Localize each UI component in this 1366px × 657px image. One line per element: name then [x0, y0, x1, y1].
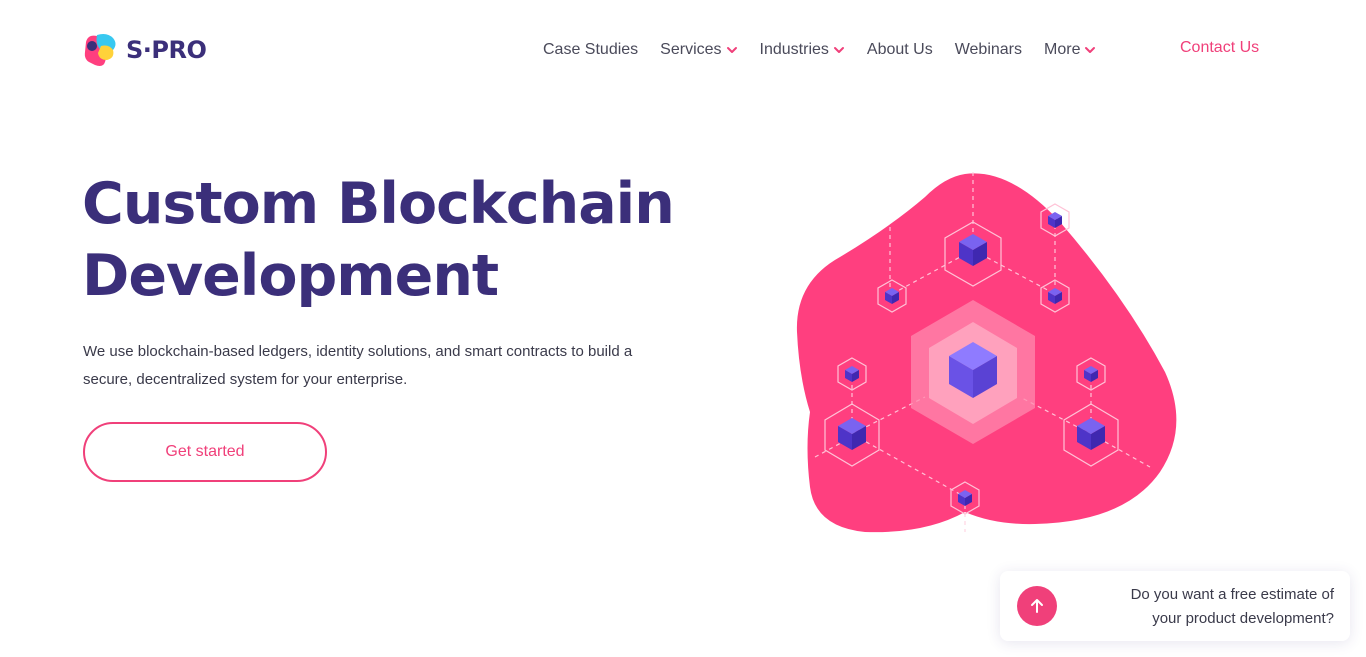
contact-us-link[interactable]: Contact Us	[1180, 39, 1259, 57]
nav-item-label: Industries	[759, 41, 829, 58]
logo[interactable]: S·PRO	[83, 32, 207, 68]
page-title: Custom Blockchain Development	[82, 168, 702, 312]
page-title-line-1: Custom Blockchain	[82, 171, 675, 237]
nav-item-services[interactable]: Services	[660, 41, 737, 59]
blockchain-network-illustration	[796, 172, 1177, 533]
estimate-text: Do you want a free estimate of your prod…	[1074, 583, 1334, 631]
estimate-text-line-2: your product development?	[1152, 610, 1334, 627]
logo-text: S·PRO	[126, 36, 207, 64]
logo-icon	[84, 34, 116, 66]
nav-item-webinars[interactable]: Webinars	[955, 41, 1022, 59]
nav-item-about-us[interactable]: About Us	[867, 41, 933, 59]
chevron-down-icon	[726, 47, 737, 53]
chevron-down-icon	[833, 47, 844, 53]
main-nav: Case Studies Services Industries About U…	[543, 39, 1118, 61]
nav-item-label: Case Studies	[543, 41, 639, 58]
nav-item-case-studies[interactable]: Case Studies	[543, 41, 638, 59]
nav-item-label: More	[1044, 41, 1081, 58]
chevron-down-icon	[1085, 47, 1096, 53]
nav-item-label: Webinars	[954, 41, 1023, 58]
get-started-button[interactable]: Get started	[83, 422, 327, 482]
estimate-button[interactable]	[1017, 586, 1057, 626]
nav-item-label: About Us	[866, 41, 933, 58]
hero-description: We use blockchain-based ledgers, identit…	[83, 343, 633, 388]
nav-item-label: Services	[660, 41, 722, 58]
nav-item-more[interactable]: More	[1044, 41, 1096, 59]
arrow-up-icon	[1031, 599, 1043, 613]
free-estimate-widget[interactable]: Do you want a free estimate of your prod…	[1000, 571, 1350, 641]
page-title-line-2: Development	[82, 243, 499, 309]
nav-item-industries[interactable]: Industries	[760, 41, 845, 59]
estimate-text-line-1: Do you want a free estimate of	[1130, 586, 1334, 603]
